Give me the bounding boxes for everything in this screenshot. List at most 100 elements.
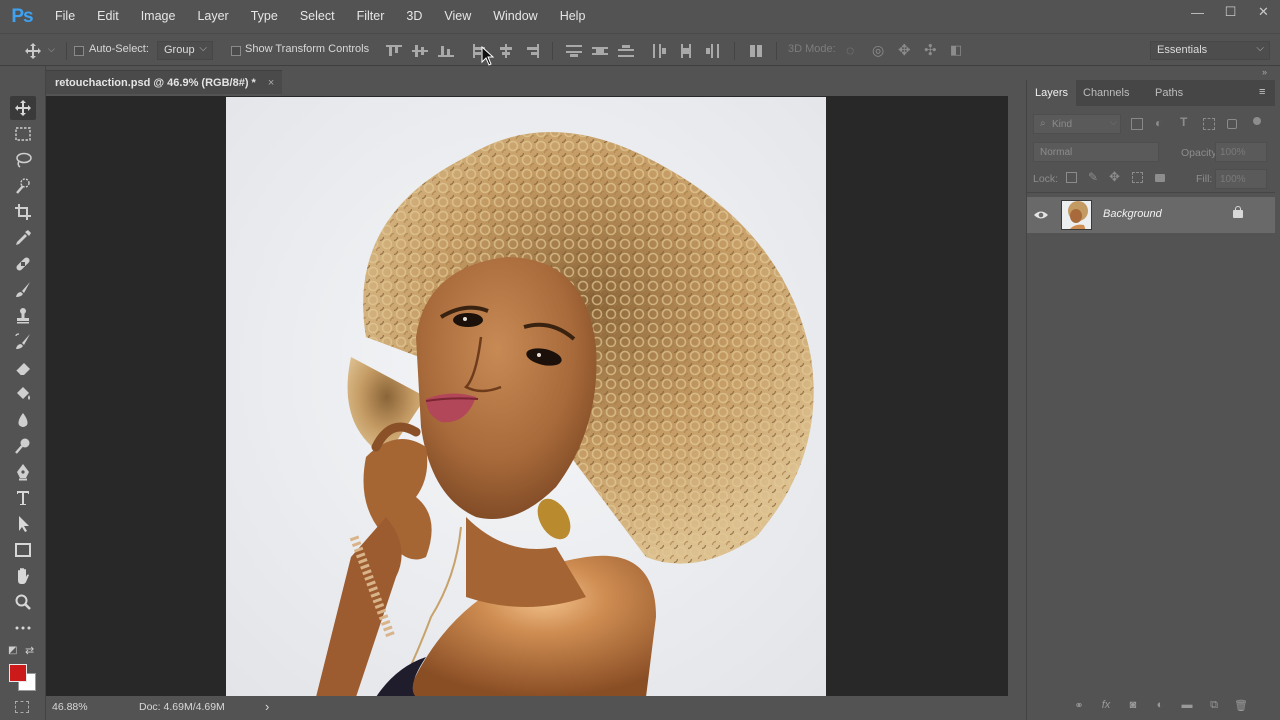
type-tool[interactable] xyxy=(10,486,36,510)
layer-visibility-eye-icon[interactable] xyxy=(1033,208,1049,222)
menu-select[interactable]: Select xyxy=(289,0,346,33)
3d-roll-icon[interactable]: ◎ xyxy=(872,42,884,59)
lock-position-icon[interactable]: ✥ xyxy=(1109,169,1120,185)
status-menu-arrow-icon[interactable]: › xyxy=(265,699,269,714)
layer-style-icon[interactable]: fx xyxy=(1099,699,1113,711)
preset-chevron-icon[interactable]: ⌵ xyxy=(48,44,55,55)
distribute-vcenter-icon[interactable] xyxy=(592,44,608,58)
menu-file[interactable]: File xyxy=(44,0,86,33)
filter-toggle-icon[interactable] xyxy=(1253,117,1261,125)
brush-tool[interactable] xyxy=(10,278,36,302)
pen-tool[interactable] xyxy=(10,460,36,484)
move-tool-preset-icon[interactable] xyxy=(24,42,42,63)
filter-type-icon[interactable]: T xyxy=(1180,115,1187,129)
collapse-panels-icon[interactable]: » xyxy=(1262,67,1267,77)
align-hcenter-icon[interactable] xyxy=(498,44,514,58)
menu-image[interactable]: Image xyxy=(130,0,187,33)
new-layer-icon[interactable]: ⧉ xyxy=(1207,699,1221,711)
distribute-hcenter-icon[interactable] xyxy=(678,44,694,58)
auto-select-checkbox[interactable] xyxy=(74,46,84,56)
menu-window[interactable]: Window xyxy=(482,0,548,33)
distribute-top-icon[interactable] xyxy=(566,44,582,58)
distribute-right-icon[interactable] xyxy=(704,44,720,58)
layer-name[interactable]: Background xyxy=(1103,208,1162,220)
menu-type[interactable]: Type xyxy=(240,0,289,33)
quick-mask-icon[interactable] xyxy=(15,701,29,713)
eraser-tool[interactable] xyxy=(10,356,36,380)
align-right-icon[interactable] xyxy=(524,44,540,58)
menu-layer[interactable]: Layer xyxy=(186,0,239,33)
lock-transparent-icon[interactable] xyxy=(1066,172,1077,183)
history-brush-tool[interactable] xyxy=(10,330,36,354)
default-colors-icon[interactable]: ◩ xyxy=(8,645,17,656)
lock-all-icon[interactable] xyxy=(1155,174,1165,182)
panel-menu-icon[interactable]: ≡ xyxy=(1259,86,1265,98)
add-mask-icon[interactable]: ◙ xyxy=(1126,699,1140,711)
auto-select-label: Auto-Select: xyxy=(89,43,149,55)
lasso-tool[interactable] xyxy=(10,148,36,172)
workspace-switcher[interactable]: Essentials ⌵ xyxy=(1150,41,1270,60)
lock-image-icon[interactable]: ✎ xyxy=(1088,170,1098,184)
lock-artboard-icon[interactable] xyxy=(1132,172,1143,183)
foreground-color-swatch[interactable] xyxy=(9,664,27,682)
menu-filter[interactable]: Filter xyxy=(346,0,396,33)
filter-shape-icon[interactable] xyxy=(1203,118,1215,130)
maximize-button[interactable]: ☐ xyxy=(1214,0,1247,24)
marquee-tool[interactable] xyxy=(10,122,36,146)
clone-stamp-tool[interactable] xyxy=(10,304,36,328)
rectangle-tool[interactable] xyxy=(10,538,36,562)
filter-adjustment-icon[interactable]: ◐ xyxy=(1155,116,1162,130)
document-canvas-image[interactable] xyxy=(226,97,826,697)
link-layers-icon[interactable]: ⚭ xyxy=(1072,699,1086,712)
document-tab[interactable]: retouchaction.psd @ 46.9% (RGB/8#) * × xyxy=(46,70,282,94)
more-tools-button[interactable] xyxy=(10,616,36,640)
tab-paths[interactable]: Paths xyxy=(1147,80,1191,106)
3d-scale-icon[interactable]: ◧ xyxy=(950,42,962,58)
path-select-tool[interactable] xyxy=(10,512,36,536)
layer-lock-icon xyxy=(1233,210,1243,218)
3d-rotate-icon[interactable]: ◌ xyxy=(846,42,854,58)
3d-drag-icon[interactable]: ✥ xyxy=(898,41,911,59)
menu-view[interactable]: View xyxy=(433,0,482,33)
history-brush-icon xyxy=(15,333,30,349)
layer-filter-dropdown[interactable]: ⌕ Kind ⌵ xyxy=(1033,114,1121,134)
3d-slide-icon[interactable]: ✣ xyxy=(924,41,937,59)
close-window-button[interactable]: ✕ xyxy=(1247,0,1280,24)
align-top-icon[interactable] xyxy=(386,44,402,58)
blur-tool[interactable] xyxy=(10,408,36,432)
layer-row-background[interactable]: Background xyxy=(1027,197,1275,233)
auto-align-icon[interactable] xyxy=(748,44,764,58)
dodge-tool[interactable] xyxy=(10,434,36,458)
zoom-tool[interactable] xyxy=(10,590,36,614)
opacity-field[interactable]: 100% xyxy=(1215,142,1267,162)
distribute-left-icon[interactable] xyxy=(652,44,668,58)
paint-bucket-tool[interactable] xyxy=(10,382,36,406)
eyedropper-tool[interactable] xyxy=(10,226,36,250)
menu-help[interactable]: Help xyxy=(549,0,597,33)
new-group-icon[interactable]: ▬ xyxy=(1180,699,1194,711)
swap-colors-icon[interactable]: ⇄ xyxy=(25,644,34,657)
new-adjustment-icon[interactable]: ◐ xyxy=(1153,699,1167,711)
quick-select-tool[interactable] xyxy=(10,174,36,198)
delete-layer-icon[interactable]: 🗑 xyxy=(1234,699,1248,712)
auto-select-dropdown[interactable]: Group ⌵ xyxy=(157,41,213,60)
close-tab-icon[interactable]: × xyxy=(268,77,274,89)
filter-smart-object-icon[interactable] xyxy=(1227,119,1237,129)
zoom-level[interactable]: 46.88% xyxy=(52,701,88,713)
tab-channels[interactable]: Channels xyxy=(1075,80,1137,106)
align-vcenter-icon[interactable] xyxy=(412,44,428,58)
menu-3d[interactable]: 3D xyxy=(395,0,433,33)
blend-mode-dropdown[interactable]: Normal xyxy=(1033,142,1159,162)
fill-field[interactable]: 100% xyxy=(1215,169,1267,189)
show-transform-checkbox[interactable] xyxy=(231,46,241,56)
minimize-button[interactable]: — xyxy=(1181,0,1214,24)
align-bottom-icon[interactable] xyxy=(438,44,454,58)
tab-layers[interactable]: Layers xyxy=(1027,80,1077,106)
distribute-bottom-icon[interactable] xyxy=(618,44,634,58)
menu-edit[interactable]: Edit xyxy=(86,0,130,33)
healing-brush-tool[interactable] xyxy=(10,252,36,276)
move-tool[interactable] xyxy=(10,96,36,120)
filter-pixel-icon[interactable] xyxy=(1131,118,1143,130)
crop-tool[interactable] xyxy=(10,200,36,224)
hand-tool[interactable] xyxy=(10,564,36,588)
